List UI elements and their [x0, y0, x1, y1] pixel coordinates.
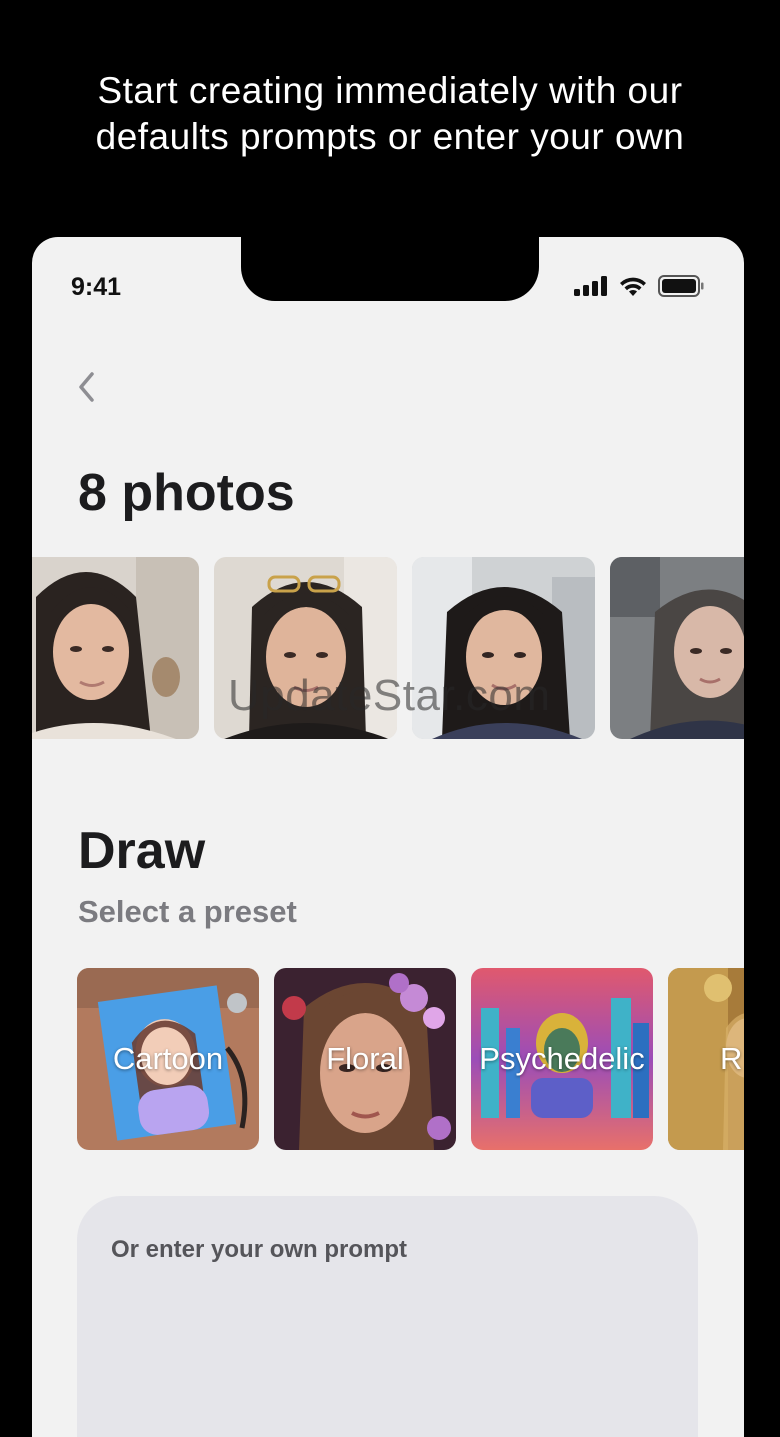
promo-headline-line-2: defaults prompts or enter your own — [95, 116, 685, 157]
signal-icon — [574, 276, 608, 301]
preset-cartoon[interactable]: Cartoon — [77, 968, 259, 1150]
promo-headline-line-1: Start creating immediately with our — [97, 70, 683, 111]
preset-strip: Cartoon Floral Psychedelic R — [77, 968, 744, 1150]
photos-title: 8 photos — [78, 464, 295, 522]
promo-headline: Start creating immediately with our defa… — [0, 68, 780, 160]
back-button[interactable] — [72, 369, 102, 409]
preset-label: Cartoon — [112, 1041, 224, 1076]
preset-psychedelic[interactable]: Psychedelic — [471, 968, 653, 1150]
preset-partial[interactable]: R — [668, 968, 744, 1150]
watermark-text: UpdateStar.com — [228, 671, 551, 720]
preset-label: Floral — [326, 1041, 404, 1076]
prompt-input[interactable] — [111, 1236, 661, 1264]
preset-label: R — [720, 1041, 743, 1076]
status-icons — [574, 275, 704, 302]
photo-thumbnail[interactable] — [610, 557, 744, 739]
battery-icon — [658, 275, 704, 302]
photo-thumbnail[interactable] — [32, 557, 199, 739]
preset-floral[interactable]: Floral — [274, 968, 456, 1150]
status-time: 9:41 — [71, 273, 122, 301]
draw-subtitle: Select a preset — [78, 894, 297, 929]
wifi-icon — [618, 275, 648, 302]
draw-title: Draw — [78, 822, 206, 880]
preset-label: Psychedelic — [479, 1041, 645, 1076]
phone-notch — [241, 237, 539, 301]
prompt-box[interactable] — [77, 1196, 698, 1437]
chevron-left-icon — [77, 371, 97, 408]
phone-screen: 9:41 8 photos UpdateStar.com Draw Select… — [32, 237, 744, 1437]
